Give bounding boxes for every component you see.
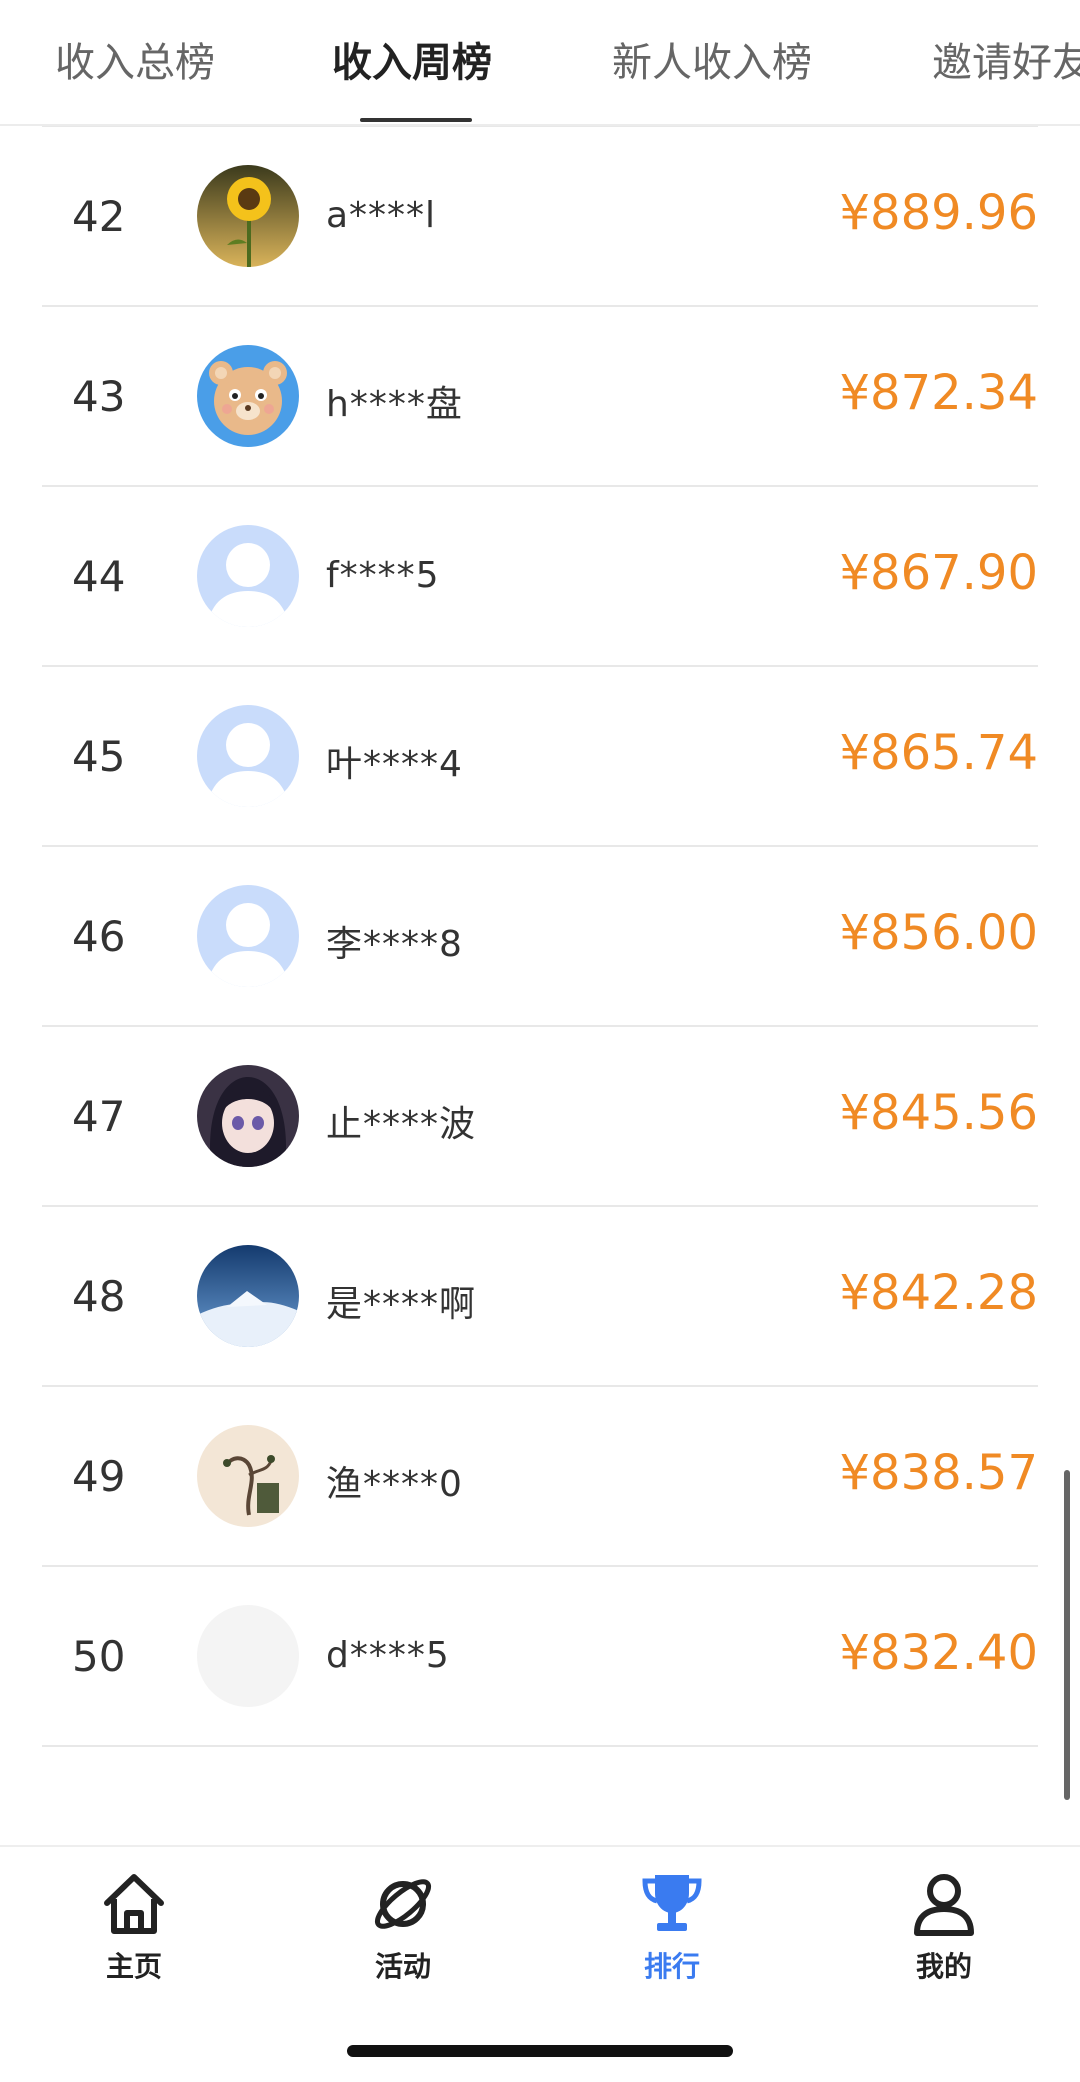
planet-icon [368, 1869, 438, 1939]
ranking-row[interactable]: 50 d****5 ¥832.40 [42, 1565, 1038, 1747]
ranking-row[interactable]: 43 h****盘 ¥872.34 [42, 305, 1038, 487]
user-name: 叶****4 [326, 744, 463, 785]
avatar[interactable] [197, 1425, 299, 1527]
avatar[interactable] [197, 1065, 299, 1167]
income-amount: ¥838.57 [839, 1445, 1039, 1501]
ranking-row[interactable]: 49 渔****0 ¥838.57 [42, 1385, 1038, 1567]
user-name: f****5 [326, 555, 440, 596]
rank-number: 48 [72, 1272, 126, 1321]
user-name: 李****8 [326, 924, 463, 965]
user-name: a****l [326, 195, 437, 236]
user-name: d****5 [326, 1635, 450, 1676]
income-amount: ¥889.96 [839, 185, 1039, 241]
user-name: 渔****0 [326, 1464, 463, 1505]
income-amount: ¥865.74 [839, 725, 1039, 781]
user-name: 止****波 [326, 1104, 477, 1145]
ranking-row[interactable]: 42 a****l ¥889.96 [42, 125, 1038, 307]
home-indicator [347, 2045, 733, 2057]
tab-total-income[interactable]: 收入总榜 [55, 30, 215, 88]
income-amount: ¥856.00 [839, 905, 1039, 961]
rank-number: 50 [72, 1632, 126, 1681]
income-amount: ¥867.90 [839, 545, 1039, 601]
ranking-row[interactable]: 48 是****啊 ¥842.28 [42, 1205, 1038, 1387]
scrollbar[interactable] [1064, 1470, 1070, 1800]
rank-number: 46 [72, 912, 126, 961]
avatar[interactable] [197, 1605, 299, 1707]
rank-number: 47 [72, 1092, 126, 1141]
nav-home-label: 主页 [105, 1950, 162, 1983]
rank-number: 45 [72, 732, 126, 781]
income-amount: ¥845.56 [839, 1085, 1039, 1141]
tab-invite-friends[interactable]: 邀请好友 [932, 30, 1080, 88]
ranking-tabs: 收入总榜 收入周榜 新人收入榜 邀请好友 [0, 0, 1080, 126]
avatar[interactable] [197, 165, 299, 267]
avatar[interactable] [197, 345, 299, 447]
active-tab-indicator [360, 118, 472, 122]
tab-newbie-income[interactable]: 新人收入榜 [612, 30, 812, 88]
user-name: 是****啊 [326, 1284, 477, 1325]
nav-home[interactable]: 主页 [64, 1869, 204, 1985]
nav-mine-label: 我的 [915, 1950, 972, 1983]
avatar[interactable] [197, 705, 299, 807]
tab-weekly-income[interactable]: 收入周榜 [332, 30, 492, 88]
rank-number: 42 [72, 192, 126, 241]
user-icon [909, 1869, 979, 1939]
rank-number: 43 [72, 372, 126, 421]
income-amount: ¥842.28 [839, 1265, 1039, 1321]
ranking-row[interactable]: 45 叶****4 ¥865.74 [42, 665, 1038, 847]
income-amount: ¥872.34 [839, 365, 1039, 421]
home-icon [99, 1869, 169, 1939]
rank-number: 49 [72, 1452, 126, 1501]
avatar[interactable] [197, 525, 299, 627]
avatar[interactable] [197, 885, 299, 987]
trophy-icon [637, 1869, 707, 1939]
nav-ranking-label: 排行 [643, 1950, 700, 1983]
nav-ranking[interactable]: 排行 [602, 1869, 742, 1985]
ranking-list: 41f****d¥902.0142a****l¥889.9643h****盘¥8… [0, 0, 1080, 1845]
ranking-row[interactable]: 47 止****波 ¥845.56 [42, 1025, 1038, 1207]
avatar[interactable] [197, 1245, 299, 1347]
nav-activity[interactable]: 活动 [333, 1869, 473, 1985]
nav-mine[interactable]: 我的 [874, 1869, 1014, 1985]
ranking-row[interactable]: 46 李****8 ¥856.00 [42, 845, 1038, 1027]
ranking-row[interactable]: 44 f****5 ¥867.90 [42, 485, 1038, 667]
user-name: h****盘 [326, 384, 463, 425]
rank-number: 44 [72, 552, 126, 601]
nav-activity-label: 活动 [374, 1950, 431, 1983]
income-amount: ¥832.40 [839, 1625, 1039, 1681]
